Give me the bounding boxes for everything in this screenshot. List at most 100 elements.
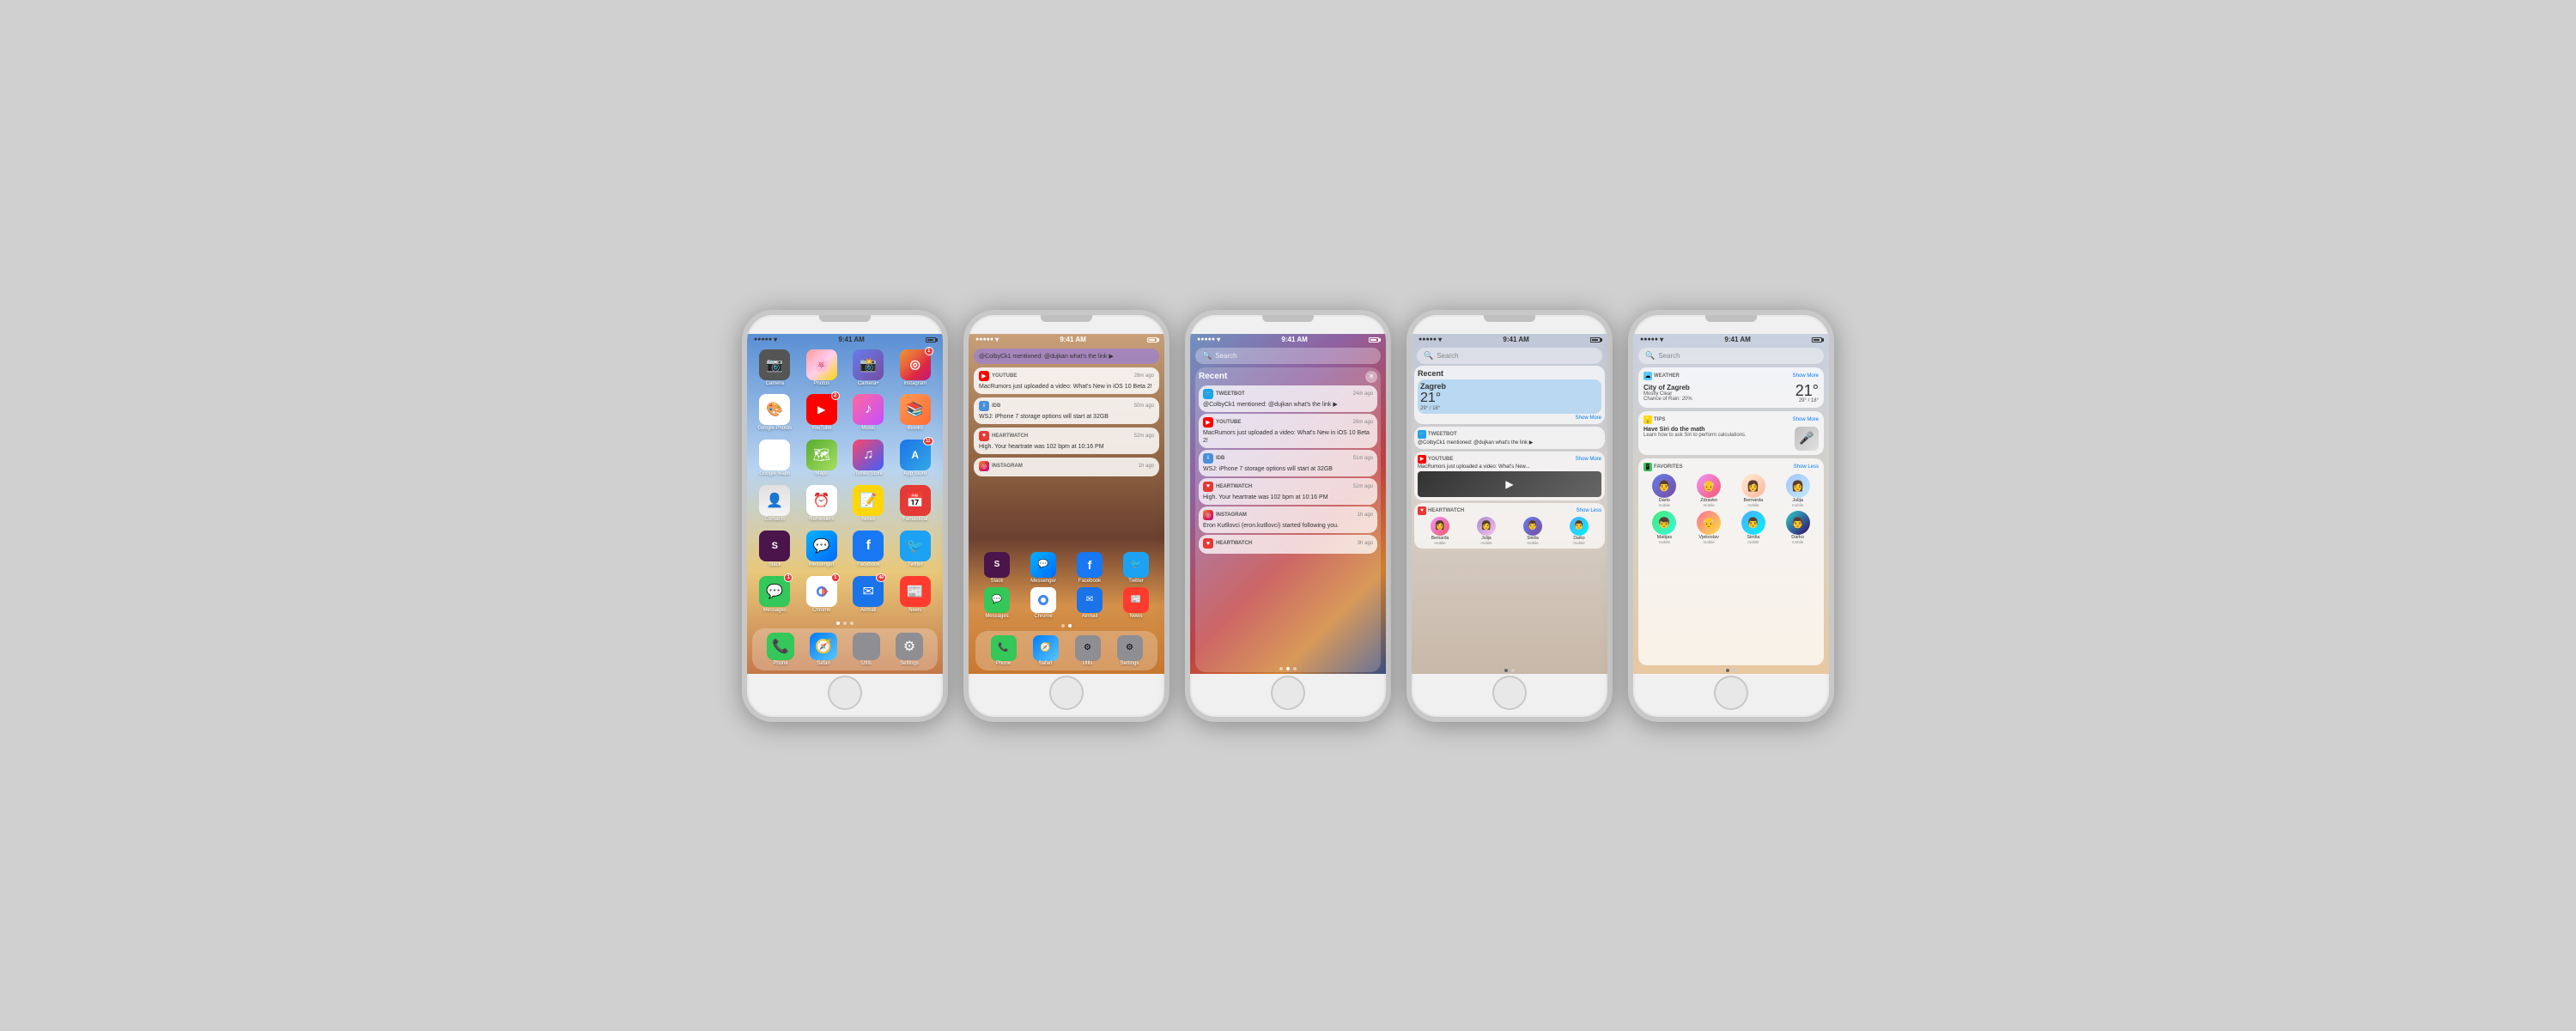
- youtube-notif[interactable]: ▶ YouTube 28m ago MacRumors just uploade…: [974, 367, 1159, 394]
- search-placeholder-4: Search: [1437, 352, 1458, 360]
- contact-sinisa[interactable]: 👨 Siniša mobile: [1510, 517, 1555, 545]
- dock-phone[interactable]: 📞 Phone: [767, 633, 794, 666]
- app-chrome[interactable]: 1 Chrome: [801, 576, 843, 616]
- instagram-app-icon: ◎: [979, 461, 989, 471]
- app-label-googlephotos: Google Photos: [757, 426, 792, 431]
- app-camera[interactable]: 📷 Camera: [754, 349, 796, 390]
- app-news[interactable]: 📰 News: [895, 576, 937, 616]
- p4-show-more[interactable]: Show More: [1576, 415, 1601, 421]
- favorites-show-less[interactable]: Show Less: [1794, 464, 1819, 470]
- search-bar-3[interactable]: 🔍 Search: [1195, 348, 1381, 364]
- p4-recent-title: Recent: [1418, 369, 1601, 378]
- fav-vjekoslav-type: mobile: [1703, 540, 1714, 544]
- dock-label-settings: Settings: [900, 661, 919, 666]
- app-facebook[interactable]: f Facebook: [848, 531, 890, 571]
- app-airmail[interactable]: ✉ 40 Airmail: [848, 576, 890, 616]
- dock2-settings: Settings: [1121, 661, 1139, 666]
- dock-settings[interactable]: ⚙ Settings: [896, 633, 923, 666]
- app-slack[interactable]: S Slack: [754, 531, 796, 571]
- wifi-icon-3: ▾: [1217, 336, 1220, 343]
- recent-close-btn[interactable]: ✕: [1365, 371, 1377, 383]
- app-maps[interactable]: 🗺 Maps: [801, 440, 843, 480]
- app-fantastical[interactable]: 📅 Fantastical: [895, 485, 937, 525]
- dock2-safari: Safari: [1039, 661, 1053, 666]
- search-bar-4[interactable]: 🔍 Search: [1417, 348, 1602, 364]
- p3-youtube-text: MacRumors just uploaded a video: What's …: [1203, 429, 1373, 445]
- app-reminders[interactable]: ⏰ Reminders: [801, 485, 843, 525]
- p4-tweetbot-card[interactable]: 🐦 Tweetbot @ColbyCk1 mentioned: @dujkan …: [1414, 427, 1605, 449]
- fav-vjekoslav[interactable]: 👴 Vjekoslav mobile: [1688, 511, 1730, 544]
- phone-4-screen: ●●●●● ▾ 9:41 AM 🔍 Search: [1412, 334, 1607, 674]
- fav-darko[interactable]: 👨 Darko mobile: [1777, 511, 1819, 544]
- app-youtube[interactable]: ▶ 2 YouTube: [801, 394, 843, 434]
- app-cameraplus[interactable]: 📸 Camera+: [848, 349, 890, 390]
- battery-icon-2: [1147, 337, 1157, 343]
- p4-youtube-show-more[interactable]: Show More: [1576, 457, 1601, 462]
- weather-title: WEATHER: [1654, 373, 1680, 379]
- messages-badge: 1: [784, 573, 793, 582]
- app-twitter[interactable]: 🐦 Twitter: [895, 531, 937, 571]
- dock-utils[interactable]: Utils: [853, 633, 880, 666]
- dock: 📞 Phone 🧭 Safari Uti: [752, 628, 938, 670]
- app-ibooks[interactable]: 📚 iBooks: [895, 394, 937, 434]
- dock-label-safari: Safari: [817, 661, 830, 666]
- p3-heartwatch-notif[interactable]: ♥ Heartwatch 52m ago High. Your heartrat…: [1199, 478, 1377, 505]
- p3-instagram-notif[interactable]: ◎ Instagram 1h ago Eron Kutllovci (eron.…: [1199, 506, 1377, 533]
- dock-safari[interactable]: 🧭 Safari: [810, 633, 837, 666]
- app-label-cameraplus: Camera+: [858, 381, 879, 386]
- p3-instagram-icon: ◎: [1203, 510, 1213, 520]
- fav-bernarda[interactable]: 👩 Bernarda mobile: [1733, 474, 1775, 507]
- p4-youtube-card[interactable]: ▶ YouTube Show More MacRumors just uploa…: [1414, 452, 1605, 500]
- fav-sinisa[interactable]: 👨 Siniša mobile: [1733, 511, 1775, 544]
- app-instagram[interactable]: ◎ 1 Instagram: [895, 349, 937, 390]
- page-dots: [747, 620, 943, 627]
- instagram-notif[interactable]: ◎ Instagram 1h ago: [974, 458, 1159, 476]
- signal-bars: ●●●●●: [754, 337, 772, 343]
- fav-matijas[interactable]: 👦 Matijas mobile: [1643, 511, 1686, 544]
- fav-dario[interactable]: 👨 Dario mobile: [1643, 474, 1686, 507]
- p4-heartwatch-card[interactable]: ♥ Heartwatch Show Less 👩 Bernarda: [1414, 503, 1605, 549]
- status-bar-5: ●●●●● ▾ 9:41 AM: [1633, 334, 1829, 346]
- idb-app-icon: i: [979, 401, 989, 411]
- app-label-camera: Camera: [766, 381, 784, 386]
- p3-youtube-notif[interactable]: ▶ YouTube 28m ago MacRumors just uploade…: [1199, 414, 1377, 448]
- contact-bernarda[interactable]: 👩 Bernarda mobile: [1418, 517, 1462, 545]
- app-appstore[interactable]: A 11 App Store: [895, 440, 937, 480]
- fav-vjekoslav-avatar: 👴: [1697, 511, 1721, 535]
- p3-tweetbot-notif[interactable]: 🐦 Tweetbot 24m ago @ColbyCk1 mentioned: …: [1199, 385, 1377, 412]
- p4-youtube-text: MacRumors just uploaded a video: What's …: [1418, 464, 1601, 470]
- fav-julija-avatar: 👩: [1786, 474, 1810, 498]
- contact-julija[interactable]: 👩 Julija mobile: [1464, 517, 1509, 545]
- app-googlephotos[interactable]: 🎨 Google Photos: [754, 394, 796, 434]
- app-messenger[interactable]: 💬 Messenger: [801, 531, 843, 571]
- p4-show-less[interactable]: Show Less: [1577, 508, 1601, 513]
- first-notif-card[interactable]: @ColbyCk1 mentioned: @dujkan what's the …: [974, 349, 1159, 364]
- p4-tweetbot-text: @ColbyCk1 mentioned: @dujkan what's the …: [1418, 440, 1601, 446]
- phones-container: ●●●●● ▾ 9:41 AM 📷 Camera: [742, 310, 1834, 722]
- idb-notif[interactable]: i IDB 50m ago WSJ: iPhone 7 storage opti…: [974, 397, 1159, 424]
- app-googlemaps[interactable]: 🗺 Google Maps: [754, 440, 796, 480]
- app-label-messenger: Messenger: [809, 562, 835, 567]
- p3-idb-icon: i: [1203, 453, 1213, 464]
- search-bar-5[interactable]: 🔍 Search: [1638, 348, 1824, 364]
- fav-zdravko[interactable]: 👴 Zdravko mobile: [1688, 474, 1730, 507]
- app-label-news: News: [908, 608, 921, 613]
- p3-dot-2: [1286, 667, 1290, 670]
- weather-show-more[interactable]: Show More: [1793, 373, 1819, 379]
- p3-idb-notif[interactable]: i IDB 51m ago WSJ: iPhone 7 storage opti…: [1199, 450, 1377, 476]
- app-photos[interactable]: 🌸 Photos: [801, 349, 843, 390]
- tips-show-more[interactable]: Show More: [1793, 417, 1819, 422]
- tips-icon: 💡: [1643, 415, 1652, 424]
- app-music[interactable]: ♪ Music: [848, 394, 890, 434]
- app-messages[interactable]: 💬 1 Messages: [754, 576, 796, 616]
- p3-heartwatch2-notif[interactable]: ♥ Heartwatch 3h ago: [1199, 535, 1377, 554]
- app-label-instagram: Instagram: [903, 381, 927, 386]
- fav-julija[interactable]: 👩 Julija mobile: [1777, 474, 1819, 507]
- app-notes[interactable]: 📝 Notes: [848, 485, 890, 525]
- app-itunesstore[interactable]: ♫ iTunes Store: [848, 440, 890, 480]
- heartwatch-notif[interactable]: ♥ Heartwatch 52m ago High. Your heartrat…: [974, 428, 1159, 454]
- app-label-messages: Messages: [763, 608, 787, 613]
- app-contacts[interactable]: 👤 Contacts: [754, 485, 796, 525]
- p3-youtube-icon: ▶: [1203, 417, 1213, 428]
- contact-darko[interactable]: 👨 Darko mobile: [1557, 517, 1601, 545]
